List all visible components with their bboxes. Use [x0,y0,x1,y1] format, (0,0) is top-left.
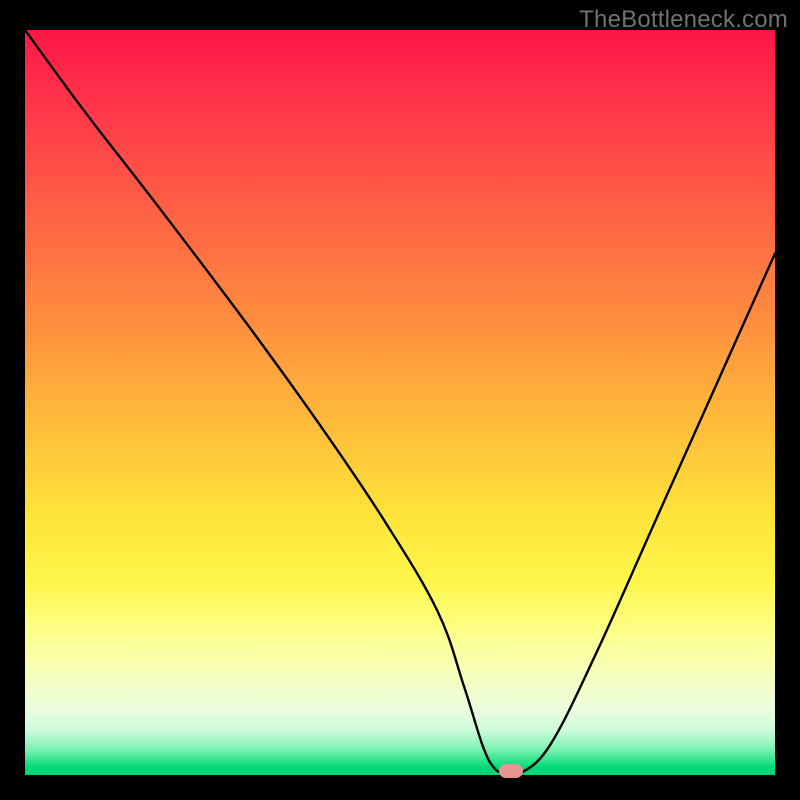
bottleneck-curve [25,30,775,775]
curve-path [25,30,775,776]
chart-frame: TheBottleneck.com [0,0,800,800]
optimal-point-marker [499,764,523,778]
plot-area [25,30,775,775]
watermark-text: TheBottleneck.com [579,6,788,34]
